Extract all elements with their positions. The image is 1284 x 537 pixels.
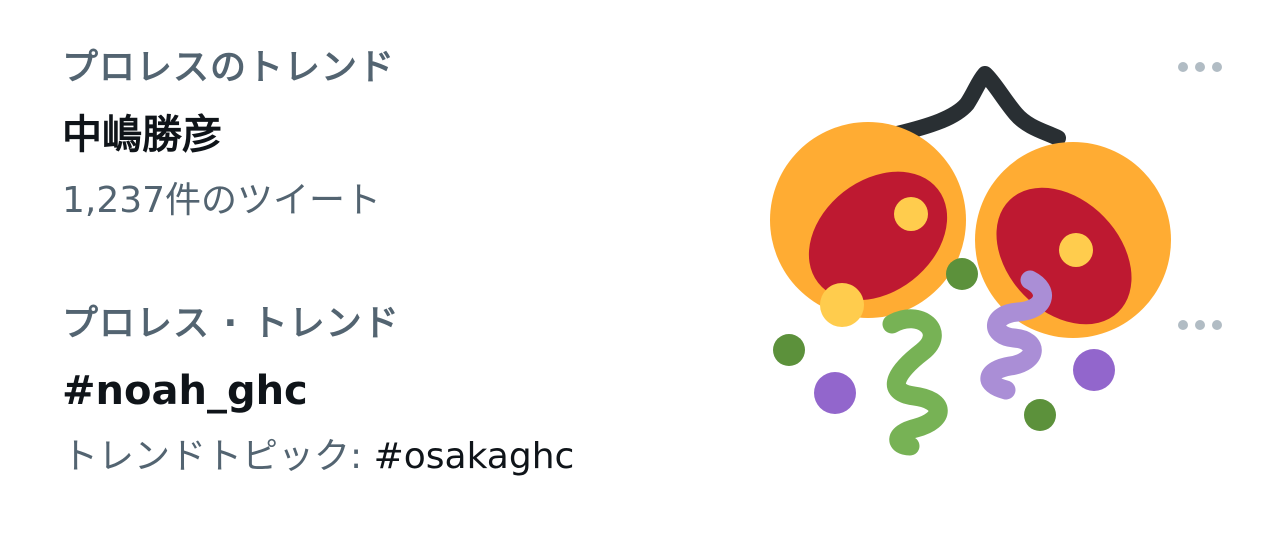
trend-tweet-count: 1,237件のツイート (62, 180, 382, 221)
confetti-ball-icon (770, 66, 1171, 456)
more-options-icon[interactable] (1178, 318, 1222, 332)
trend-title[interactable]: #noah_ghc (62, 362, 308, 420)
trend-topic-label: トレンドトピック: (62, 436, 374, 477)
trend-context: プロレスのトレンド (62, 47, 396, 88)
trend-topic-hashtag[interactable]: #osakaghc (374, 436, 575, 477)
trend-context: プロレス · トレンド (62, 303, 400, 344)
dot (1212, 320, 1222, 330)
dot (1212, 62, 1222, 72)
more-options-icon[interactable] (1178, 60, 1222, 74)
trend-title[interactable]: 中嶋勝彦 (62, 106, 222, 164)
trend-topic: トレンドトピック: #osakaghc (62, 430, 574, 484)
dot (1195, 320, 1205, 330)
dot (1178, 320, 1188, 330)
dot (1195, 62, 1205, 72)
dot (1178, 62, 1188, 72)
